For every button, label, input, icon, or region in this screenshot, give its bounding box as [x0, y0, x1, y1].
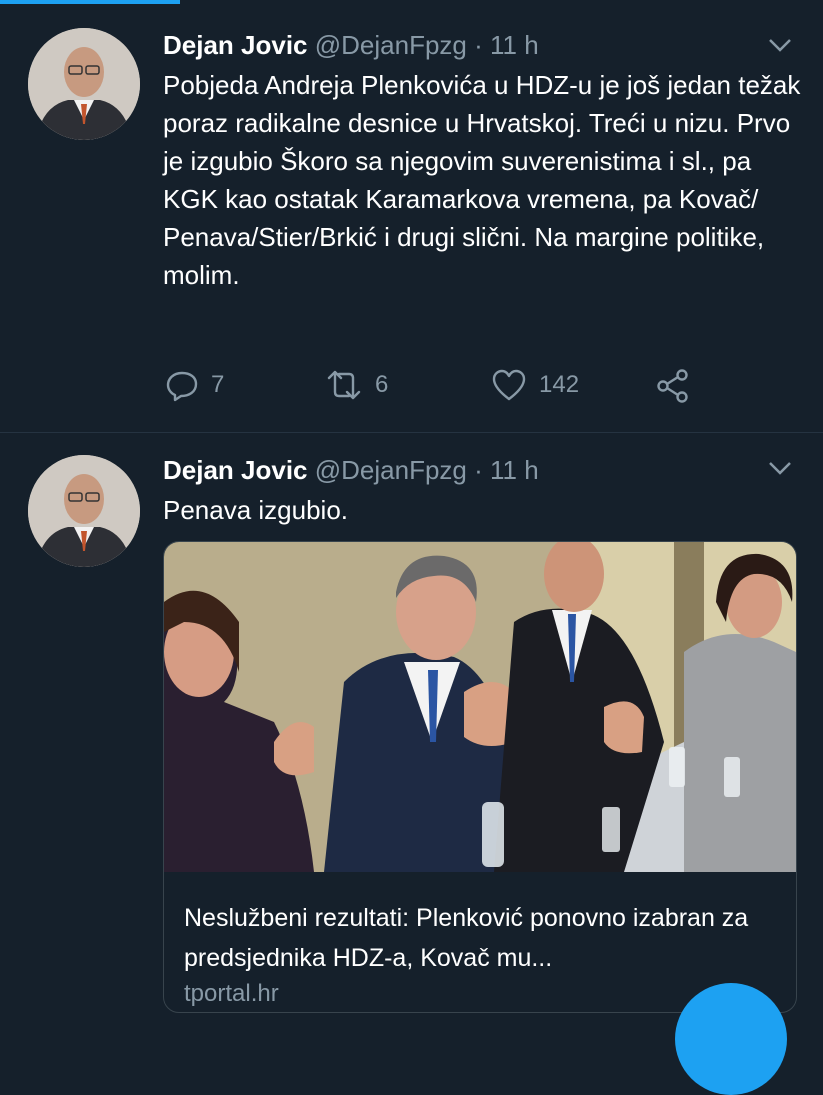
tweet[interactable]: Dejan Jovic @DejanFpzg · 11 h Penava izg… [0, 433, 823, 1024]
tweet-text: Penava izgubio. [163, 495, 349, 525]
display-name[interactable]: Dejan Jovic [163, 455, 308, 485]
like-count: 142 [539, 371, 580, 398]
reply-icon [166, 371, 198, 402]
tweet-header: Dejan Jovic @DejanFpzg · 11 h [163, 30, 539, 61]
like-icon [492, 369, 526, 401]
share-button[interactable] [655, 368, 691, 404]
compose-fab[interactable] [675, 983, 787, 1095]
avatar[interactable] [28, 455, 140, 567]
display-name[interactable]: Dejan Jovic [163, 30, 308, 60]
chevron-down-icon[interactable] [767, 36, 793, 54]
card-domain: tportal.hr [184, 980, 279, 1007]
tweet[interactable]: Dejan Jovic @DejanFpzg · 11 h Pobjeda An… [0, 0, 823, 433]
tweet-text: Pobjeda Andreja Plenkovića u HDZ-u je jo… [163, 70, 801, 290]
timestamp[interactable]: 11 h [490, 30, 539, 60]
like-button[interactable]: 142 [491, 368, 579, 402]
chevron-down-icon[interactable] [767, 459, 793, 477]
retweet-count: 6 [375, 371, 389, 398]
link-card[interactable]: Neslužbeni rezultati: Plenković ponovno … [163, 541, 797, 1013]
tweet-actions: 7 6 142 [165, 368, 705, 408]
user-handle[interactable]: @DejanFpzg [315, 455, 467, 485]
separator: · [474, 455, 483, 485]
reply-count: 7 [211, 371, 225, 398]
avatar[interactable] [28, 28, 140, 140]
tweet-header: Dejan Jovic @DejanFpzg · 11 h [163, 455, 539, 486]
separator: · [474, 30, 483, 60]
card-title[interactable]: Neslužbeni rezultati: Plenković ponovno … [184, 898, 784, 978]
reply-button[interactable]: 7 [165, 368, 224, 402]
user-handle[interactable]: @DejanFpzg [315, 30, 467, 60]
retweet-button[interactable]: 6 [325, 368, 388, 402]
share-icon [657, 369, 688, 403]
card-image [164, 542, 796, 872]
retweet-icon [327, 370, 361, 400]
timestamp[interactable]: 11 h [490, 455, 539, 485]
